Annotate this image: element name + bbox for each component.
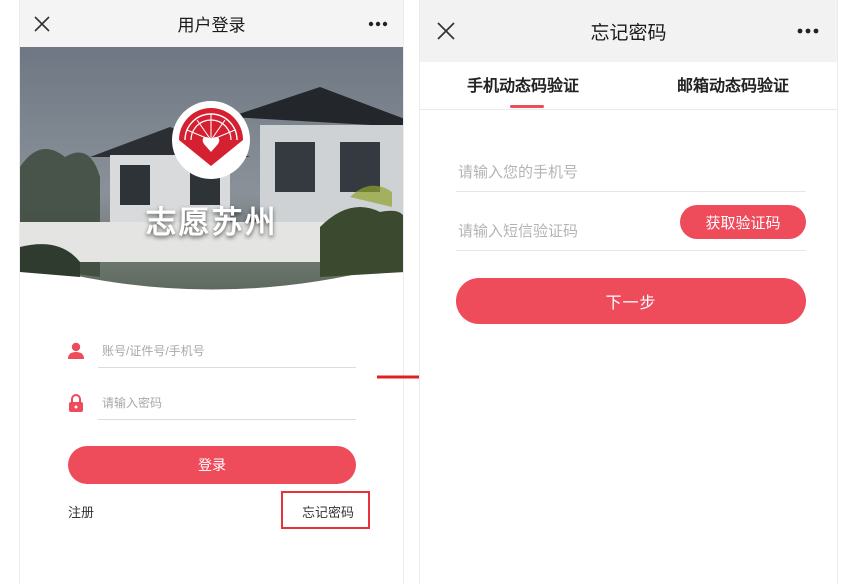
login-button[interactable]: 登录 bbox=[68, 446, 356, 484]
more-dots-icon bbox=[797, 28, 819, 34]
register-link[interactable]: 注册 bbox=[68, 502, 94, 521]
login-screen: 用户登录 志愿苏州 账号/证件号/手机号 登录 注册 忘记密码 bbox=[19, 0, 404, 584]
tab-email-code[interactable]: 邮箱动态码验证 bbox=[677, 62, 789, 110]
close-button[interactable] bbox=[30, 12, 54, 36]
sms-code-input[interactable] bbox=[456, 211, 676, 251]
more-button[interactable] bbox=[795, 21, 821, 41]
brand-title: 志愿苏州 bbox=[145, 205, 278, 241]
user-icon bbox=[68, 342, 84, 359]
phone-number-input[interactable] bbox=[456, 152, 676, 192]
account-row bbox=[68, 334, 356, 374]
banner: 志愿苏州 bbox=[20, 47, 403, 297]
account-input[interactable] bbox=[98, 334, 356, 368]
password-input[interactable] bbox=[98, 386, 356, 420]
page-title: 忘记密码 bbox=[590, 21, 667, 44]
close-icon bbox=[34, 15, 50, 32]
tab-phone-code[interactable]: 手机动态码验证 bbox=[467, 62, 579, 110]
active-tab-indicator bbox=[510, 105, 544, 108]
sms-code-row: 获取验证码 bbox=[456, 205, 806, 251]
title-bar: 忘记密码 bbox=[420, 0, 837, 62]
close-icon bbox=[437, 22, 455, 40]
password-row bbox=[68, 386, 356, 426]
verification-tabs: 手机动态码验证 邮箱动态码验证 bbox=[420, 62, 837, 110]
next-step-button[interactable]: 下一步 bbox=[456, 278, 806, 324]
more-button[interactable] bbox=[365, 14, 391, 34]
page-title: 用户登录 bbox=[177, 16, 246, 36]
fan-heart-logo bbox=[172, 101, 250, 179]
get-code-button[interactable]: 获取验证码 bbox=[680, 205, 806, 239]
more-dots-icon bbox=[368, 21, 388, 26]
close-button[interactable] bbox=[434, 19, 458, 43]
title-bar: 用户登录 bbox=[20, 0, 403, 47]
forgot-password-screen: 忘记密码 手机动态码验证 邮箱动态码验证 获取验证码 下一步 bbox=[419, 0, 838, 584]
lock-icon bbox=[69, 394, 83, 412]
forgot-password-link[interactable]: 忘记密码 bbox=[302, 502, 354, 521]
phone-number-row bbox=[456, 152, 806, 192]
